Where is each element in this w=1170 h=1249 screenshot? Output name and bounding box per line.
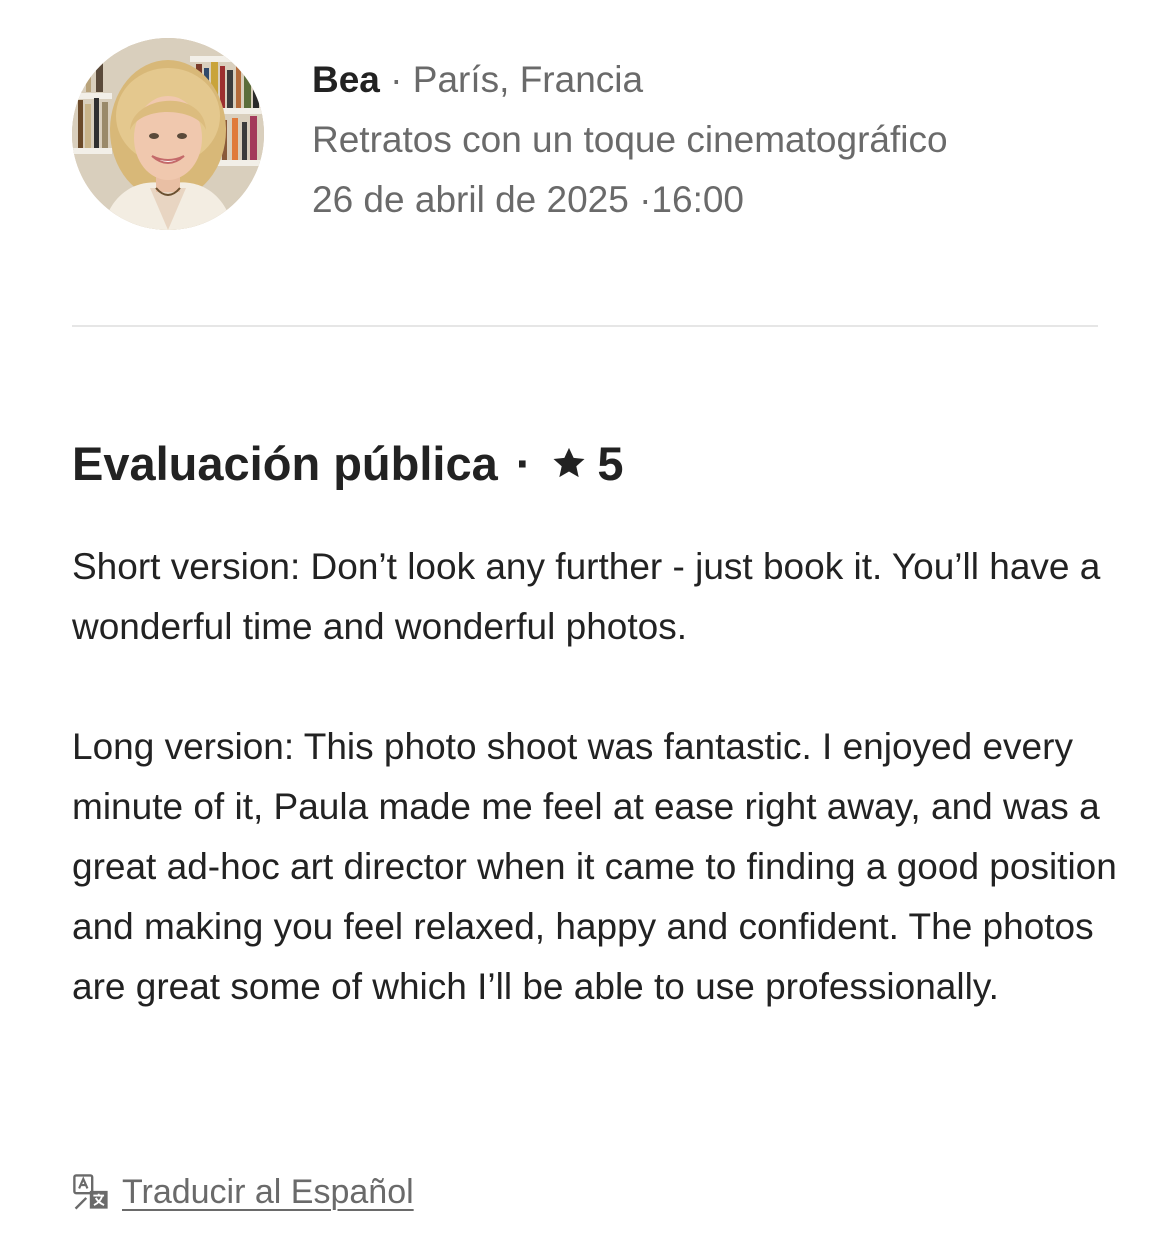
review-paragraph: Long version: This photo shoot was fanta… bbox=[72, 726, 1117, 1007]
experience-datetime: 26 de abril de 2025 ·16:00 bbox=[312, 170, 1112, 230]
review-heading-title: Evaluación pública bbox=[72, 437, 498, 490]
host-header: Bea · París, Francia Retratos con un toq… bbox=[72, 38, 1112, 230]
review-text: Short version: Don’t look any further - … bbox=[72, 537, 1132, 1017]
experience-time: 16:00 bbox=[651, 179, 745, 220]
translate-link[interactable]: Traducir al Español bbox=[122, 1168, 414, 1216]
separator: · bbox=[390, 59, 403, 100]
separator: · bbox=[515, 437, 532, 490]
host-avatar[interactable] bbox=[72, 38, 264, 230]
star-icon bbox=[553, 447, 585, 478]
review-heading: Evaluación pública · 5 bbox=[72, 432, 624, 496]
avatar-photo bbox=[72, 38, 264, 230]
experience-date: 26 de abril de 2025 bbox=[312, 179, 629, 220]
section-divider bbox=[72, 325, 1098, 327]
review-rating: 5 bbox=[597, 437, 624, 490]
review-paragraph: Short version: Don’t look any further - … bbox=[72, 546, 1101, 647]
separator: · bbox=[639, 179, 652, 220]
host-location: París, Francia bbox=[412, 59, 644, 100]
translate-button[interactable]: Traducir al Español bbox=[72, 1168, 414, 1216]
translate-icon bbox=[73, 1174, 108, 1210]
host-info: Bea · París, Francia Retratos con un toq… bbox=[312, 50, 1112, 230]
experience-title[interactable]: Retratos con un toque cinematográfico bbox=[312, 110, 1112, 170]
host-name[interactable]: Bea bbox=[312, 59, 380, 100]
host-name-location: Bea · París, Francia bbox=[312, 50, 1112, 110]
